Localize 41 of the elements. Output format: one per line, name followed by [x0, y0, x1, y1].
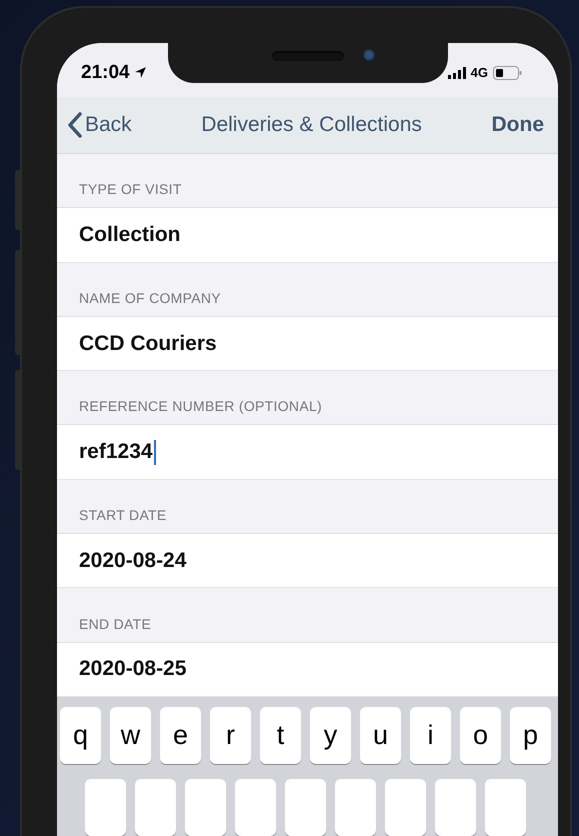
network-label: 4G	[470, 65, 488, 80]
section-header: END DATE	[79, 616, 152, 632]
keyboard-key[interactable]	[335, 779, 376, 836]
keyboard-key[interactable]: e	[160, 707, 201, 764]
input-field[interactable]: 2020-08-24	[57, 534, 558, 588]
camera-icon	[362, 48, 376, 62]
keyboard-key[interactable]: q	[60, 707, 101, 764]
keyboard-key[interactable]: o	[460, 707, 501, 764]
back-button[interactable]: Back	[67, 112, 132, 138]
keyboard-key[interactable]: p	[510, 707, 551, 764]
section-header: NAME OF COMPANY	[79, 290, 221, 306]
section-header: REFERENCE NUMBER (OPTIONAL)	[79, 398, 322, 414]
keyboard-key[interactable]: w	[110, 707, 151, 764]
keyboard-key[interactable]	[135, 779, 176, 836]
signal-icon	[448, 66, 466, 79]
keyboard-key[interactable]	[285, 779, 326, 836]
keyboard-key[interactable]	[235, 779, 276, 836]
keyboard-key[interactable]	[185, 779, 226, 836]
text-cursor	[154, 440, 156, 465]
chevron-left-icon	[67, 112, 83, 138]
status-time: 21:04	[81, 62, 147, 84]
keyboard-key[interactable]	[485, 779, 526, 836]
input-field[interactable]: 2020-08-25	[57, 642, 558, 698]
speaker-grille	[272, 51, 344, 61]
keyboard-key[interactable]	[435, 779, 476, 836]
keyboard-key[interactable]: t	[260, 707, 301, 764]
input-field[interactable]: CCD Couriers	[57, 316, 558, 372]
keyboard-key[interactable]: i	[410, 707, 451, 764]
keyboard-key[interactable]	[385, 779, 426, 836]
keyboard-key[interactable]: r	[210, 707, 251, 764]
section-header: START DATE	[79, 507, 167, 524]
battery-icon	[493, 66, 522, 80]
section-header: TYPE OF VISIT	[79, 181, 182, 198]
keyboard-key[interactable]: y	[310, 707, 351, 764]
input-field[interactable]: Collection	[57, 208, 558, 263]
done-button[interactable]: Done	[492, 112, 544, 137]
location-icon	[134, 66, 147, 80]
screen-title: Deliveries & Collections	[200, 112, 423, 137]
keyboard-key[interactable]: u	[360, 707, 401, 764]
input-field[interactable]: ref1234	[57, 425, 558, 480]
keyboard-key[interactable]	[85, 779, 126, 836]
